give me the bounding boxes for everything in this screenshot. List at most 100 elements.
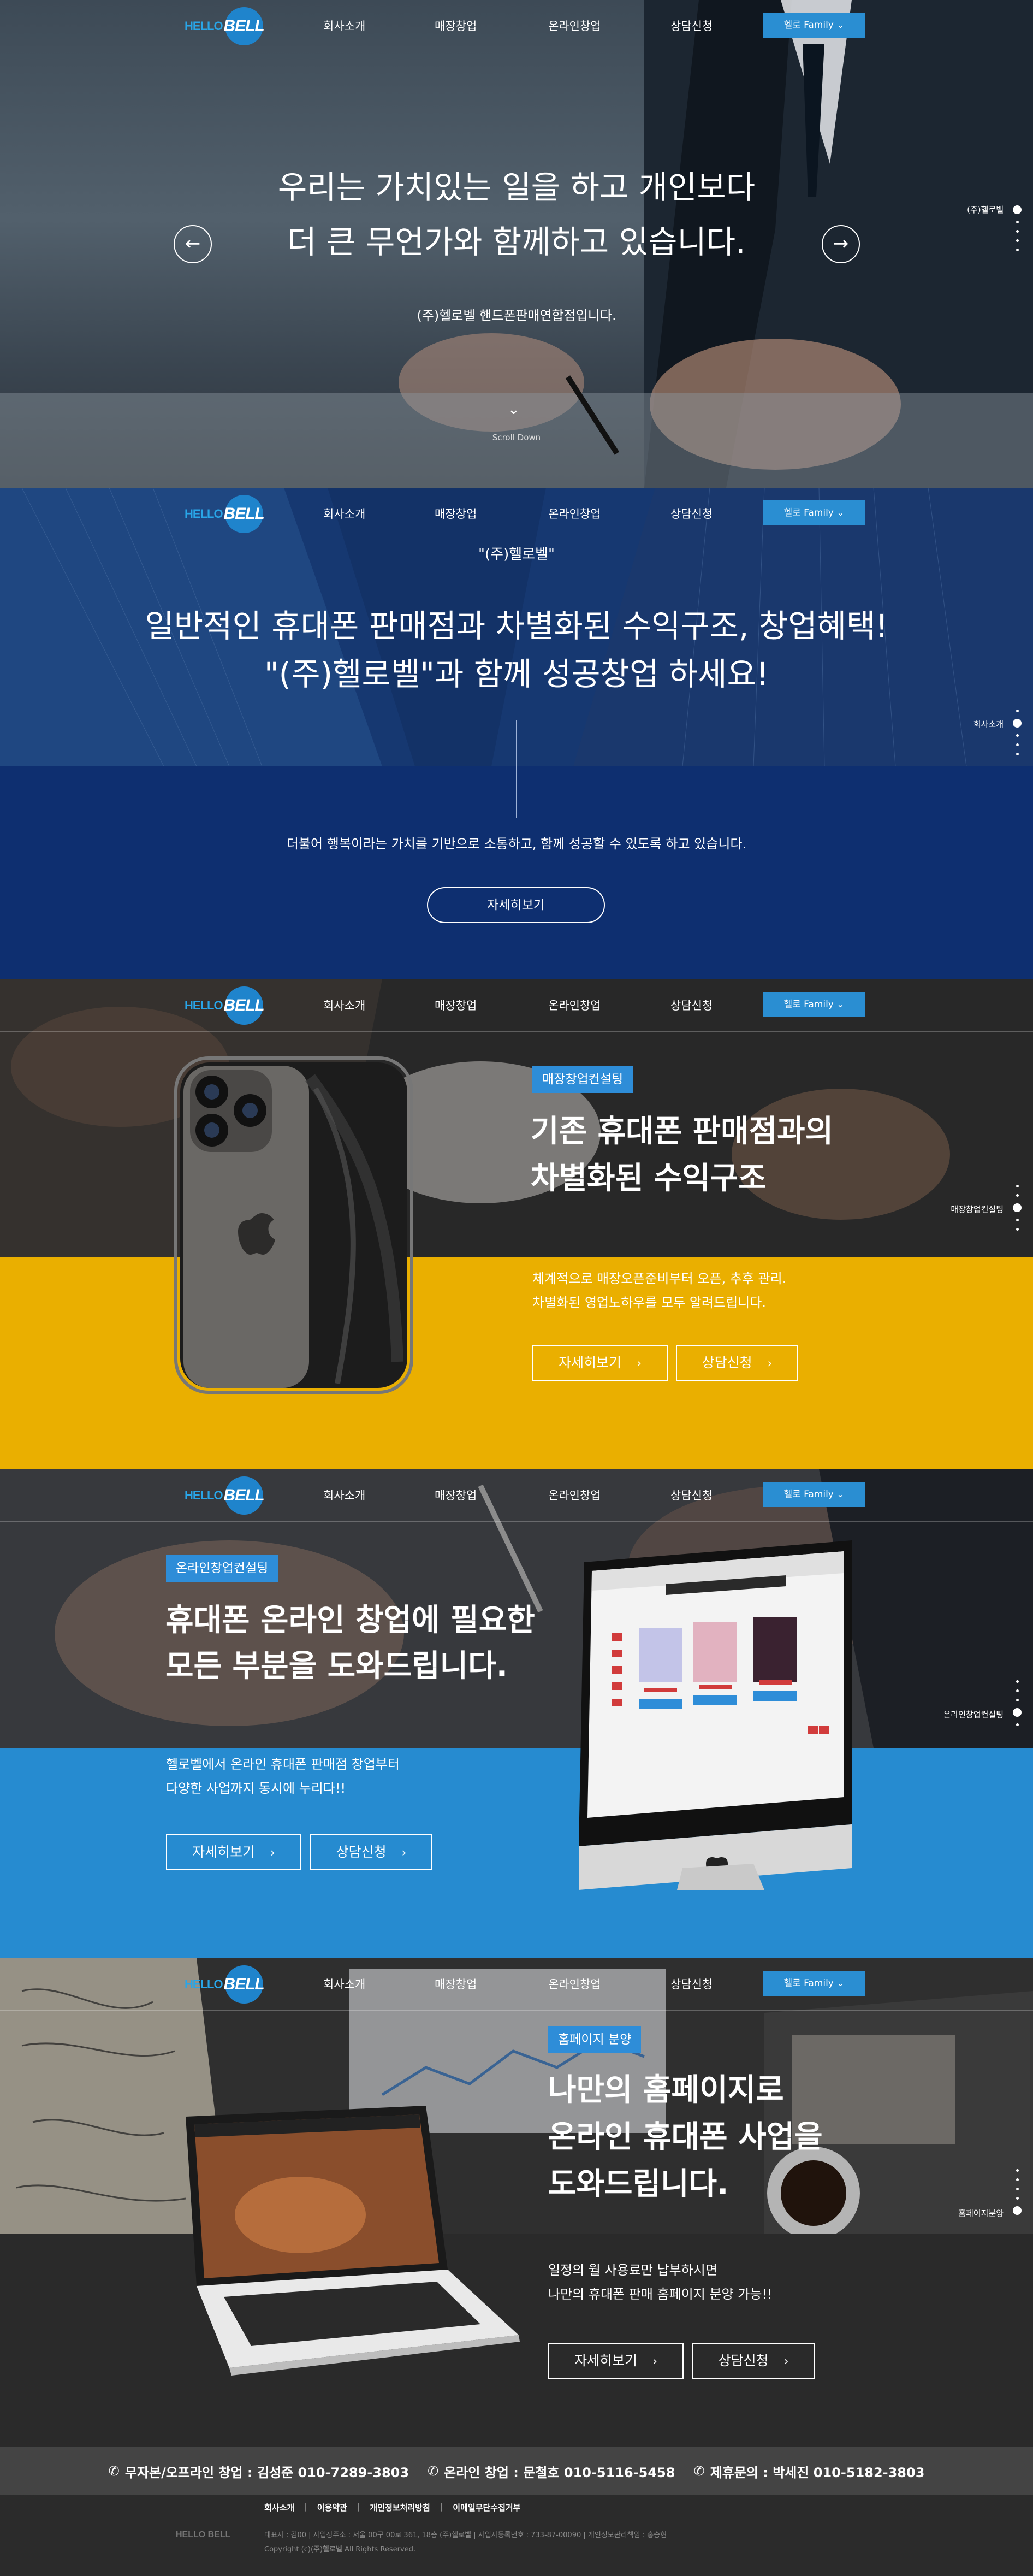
side-pagination-label: 회사소개 — [973, 719, 1004, 729]
nav-item-consult[interactable]: 상담신청 — [670, 17, 713, 34]
online-consult-label: 상담신청 — [336, 1844, 387, 1860]
family-button-label: 헬로 Family — [783, 20, 834, 31]
chevron-down-icon: ⌄ — [836, 507, 845, 518]
pagination-dot-active[interactable] — [1013, 719, 1022, 728]
online-headline-2: 모든 부분을 도와드립니다. — [165, 1649, 508, 1684]
chevron-down-icon: ⌄ — [836, 999, 845, 1010]
pagination-dot[interactable] — [1016, 2197, 1019, 2200]
online-more-button[interactable]: 자세히보기 › — [166, 1834, 301, 1870]
store-consult-label: 상담신청 — [702, 1355, 752, 1370]
homepage-headline-1: 나만의 홈페이지로 — [548, 2072, 784, 2108]
nav-item-company[interactable]: 회사소개 — [323, 505, 365, 522]
about-description: 더불어 행복이라는 가치를 기반으로 소통하고, 함께 성공할 수 있도록 하고… — [286, 836, 747, 852]
pagination-dot[interactable] — [1016, 2178, 1019, 2181]
side-pagination: 회사소개 — [973, 706, 1023, 759]
homepage-headline-2: 온라인 휴대폰 사업을 — [548, 2119, 823, 2155]
store-more-button[interactable]: 자세히보기 › — [532, 1345, 668, 1381]
family-dropdown-button[interactable]: 헬로 Family ⌄ — [763, 500, 865, 525]
pagination-dot[interactable] — [1016, 1680, 1019, 1683]
nav-item-company[interactable]: 회사소개 — [323, 17, 365, 34]
family-dropdown-button[interactable]: 헬로 Family ⌄ — [763, 13, 865, 38]
contact-item-offline: ✆ 무자본/오프라인 창업 : 김성준 010-7289-3803 — [109, 2462, 409, 2481]
footer-link-company[interactable]: 회사소개 — [264, 2502, 294, 2513]
pagination-dot[interactable] — [1016, 1723, 1019, 1726]
footer-link-privacy[interactable]: 개인정보처리방침 — [370, 2502, 430, 2513]
logo-bell-text: BELL — [223, 495, 265, 533]
pagination-dot[interactable] — [1016, 221, 1019, 223]
pagination-dot[interactable] — [1016, 1699, 1019, 1701]
pagination-dot[interactable] — [1016, 1219, 1019, 1221]
nav-item-consult[interactable]: 상담신청 — [670, 505, 713, 522]
homepage-consult-button[interactable]: 상담신청 › — [692, 2343, 815, 2379]
nav-item-store[interactable]: 매장창업 — [435, 505, 477, 522]
nav-item-online[interactable]: 온라인창업 — [548, 505, 601, 522]
nav-item-online[interactable]: 온라인창업 — [548, 997, 601, 1013]
nav-item-online[interactable]: 온라인창업 — [548, 17, 601, 34]
family-dropdown-button[interactable]: 헬로 Family ⌄ — [763, 1971, 865, 1996]
footer-link-terms[interactable]: 이용약관 — [317, 2502, 347, 2513]
pagination-dot[interactable] — [1016, 743, 1019, 746]
nav-item-store[interactable]: 매장창업 — [435, 1487, 477, 1503]
contact-bar: ✆ 무자본/오프라인 창업 : 김성준 010-7289-3803 ✆ 온라인 창업… — [0, 2447, 1033, 2495]
logo[interactable]: HELLO BELL — [185, 1965, 265, 2004]
pagination-dot[interactable] — [1016, 239, 1019, 242]
side-pagination-label: (주)헬로벨 — [967, 205, 1004, 215]
side-pagination-label: 매장창업컨설팅 — [951, 1204, 1004, 1214]
nav-item-store[interactable]: 매장창업 — [435, 997, 477, 1013]
nav-item-company[interactable]: 회사소개 — [323, 1976, 365, 1992]
family-dropdown-button[interactable]: 헬로 Family ⌄ — [763, 992, 865, 1017]
pagination-dot-active[interactable] — [1013, 1708, 1022, 1717]
nav-item-company[interactable]: 회사소개 — [323, 997, 365, 1013]
pagination-dot[interactable] — [1016, 2188, 1019, 2190]
family-dropdown-button[interactable]: 헬로 Family ⌄ — [763, 1482, 865, 1507]
pagination-dot[interactable] — [1016, 2169, 1019, 2172]
nav-item-consult[interactable]: 상담신청 — [670, 1487, 713, 1503]
nav-item-company[interactable]: 회사소개 — [323, 1487, 365, 1503]
pagination-dot-active[interactable] — [1013, 1203, 1022, 1212]
top-navigation: HELLO BELL 회사소개 매장창업 온라인창업 상담신청 헬로 Family… — [0, 0, 1033, 52]
pagination-dot-active[interactable] — [1013, 2206, 1022, 2215]
pagination-dot[interactable] — [1016, 249, 1019, 251]
nav-item-consult[interactable]: 상담신청 — [670, 1976, 713, 1992]
pagination-dot[interactable] — [1016, 1185, 1019, 1187]
store-consult-button[interactable]: 상담신청 › — [676, 1345, 798, 1381]
side-pagination: 홈페이지분양 — [958, 2166, 1023, 2218]
online-consult-button[interactable]: 상담신청 › — [310, 1834, 432, 1870]
store-desc-1: 체계적으로 매장오픈준비부터 오픈, 추후 관리. — [532, 1271, 787, 1286]
logo[interactable]: HELLO BELL — [185, 1476, 265, 1515]
top-navigation: HELLO BELL 회사소개 매장창업 온라인창업 상담신청 헬로 Family… — [0, 488, 1033, 540]
hero-line-2: 더 큰 무언가와 함께하고 있습니다. — [287, 223, 746, 261]
contact-item-partner: ✆ 제휴문의 : 박세진 010-5182-3803 — [693, 2462, 924, 2481]
logo[interactable]: HELLO BELL — [185, 495, 265, 533]
logo-hello-text: HELLO — [185, 999, 223, 1012]
about-more-button[interactable]: 자세히보기 — [427, 887, 605, 923]
pagination-dot[interactable] — [1016, 1689, 1019, 1692]
scroll-down-label[interactable]: Scroll Down — [0, 433, 1033, 442]
arrow-left-icon[interactable]: ← — [174, 225, 212, 263]
footer-links: 회사소개 | 이용약관 | 개인정보처리방침 | 이메일무단수집거부 — [264, 2502, 521, 2513]
imac-image — [579, 1540, 852, 1890]
nav-item-store[interactable]: 매장창업 — [435, 1976, 477, 1992]
pagination-dot[interactable] — [1016, 710, 1019, 712]
arrow-right-icon[interactable]: → — [822, 225, 860, 263]
logo-hello-text: HELLO — [185, 507, 223, 521]
nav-item-consult[interactable]: 상담신청 — [670, 997, 713, 1013]
footer-link-email-policy[interactable]: 이메일무단수집거부 — [453, 2502, 520, 2513]
chevron-right-icon: › — [652, 2355, 657, 2368]
top-navigation: HELLO BELL 회사소개 매장창업 온라인창업 상담신청 헬로 Family… — [0, 979, 1033, 1032]
nav-item-online[interactable]: 온라인창업 — [548, 1976, 601, 1992]
pagination-dot[interactable] — [1016, 753, 1019, 755]
nav-item-online[interactable]: 온라인창업 — [548, 1487, 601, 1503]
about-section: HELLO BELL 회사소개 매장창업 온라인창업 상담신청 헬로 Family… — [0, 488, 1033, 979]
nav-item-store[interactable]: 매장창업 — [435, 17, 477, 34]
pagination-dot[interactable] — [1016, 230, 1019, 233]
chevron-down-icon[interactable]: ⌄ — [508, 401, 520, 418]
pagination-dot[interactable] — [1016, 734, 1019, 737]
logo-bell-text: BELL — [223, 986, 265, 1025]
logo[interactable]: HELLO BELL — [185, 986, 265, 1025]
logo[interactable]: HELLO BELL — [185, 7, 265, 45]
pagination-dot-active[interactable] — [1013, 205, 1022, 214]
pagination-dot[interactable] — [1016, 1228, 1019, 1231]
pagination-dot[interactable] — [1016, 1194, 1019, 1197]
homepage-more-button[interactable]: 자세히보기 › — [548, 2343, 684, 2379]
